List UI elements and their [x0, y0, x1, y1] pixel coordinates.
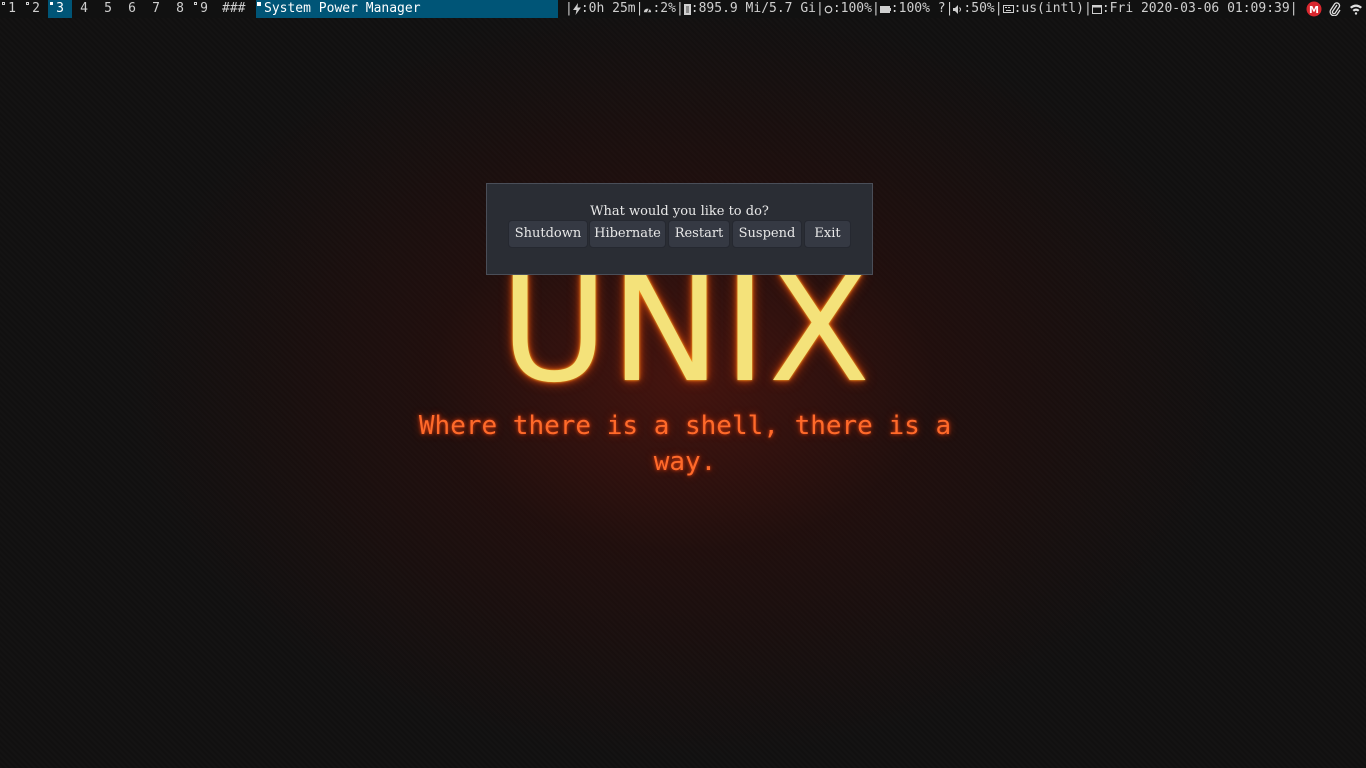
exit-button[interactable]: Exit — [804, 220, 851, 248]
volume-level: 50% — [971, 1, 995, 16]
keyboard-layout: us(intl) — [1021, 1, 1085, 16]
workspace-2[interactable]: 2 — [24, 0, 48, 18]
workspace-1[interactable]: 1 — [0, 0, 24, 18]
shutdown-button[interactable]: Shutdown — [508, 220, 588, 248]
workspace-7[interactable]: 7 — [144, 0, 168, 18]
power-dialog: What would you like to do? Shutdown Hibe… — [486, 183, 873, 275]
svg-text:M: M — [1309, 5, 1319, 16]
hibernate-button[interactable]: Hibernate — [589, 220, 666, 248]
top-bar: 1 2 3 4 5 6 7 8 9 ### System Power Manag… — [0, 0, 1366, 18]
workspace-8[interactable]: 8 — [168, 0, 192, 18]
keyboard-icon — [1002, 5, 1014, 13]
wallpaper-unix-logo: UNIX — [499, 243, 873, 415]
datetime: Fri 2020-03-06 01:09:39 — [1109, 1, 1290, 16]
workspace-6[interactable]: 6 — [120, 0, 144, 18]
mega-icon[interactable]: M — [1305, 0, 1323, 18]
calendar-icon — [1091, 5, 1102, 14]
window-title-text: System Power Manager — [264, 1, 421, 16]
workspace-label: 9 — [200, 1, 208, 16]
memory-icon — [683, 3, 691, 15]
brightness-icon — [824, 5, 833, 13]
suspend-button[interactable]: Suspend — [732, 220, 802, 248]
memory-usage: 895.9 Mi/5.7 Gi — [698, 1, 816, 16]
workspace-label: 1 — [8, 1, 16, 16]
workspace-label: 3 — [56, 1, 64, 16]
battery-time: 0h 25m — [588, 1, 636, 16]
workspace-4[interactable]: 4 — [72, 0, 96, 18]
workspace-label: 2 — [32, 1, 40, 16]
cpu-usage: 2% — [660, 1, 676, 16]
restart-button[interactable]: Restart — [668, 220, 730, 248]
brightness-level: 100% — [840, 1, 872, 16]
workspace-label: 4 — [80, 1, 88, 16]
window-title: System Power Manager — [256, 0, 558, 18]
workspace-3[interactable]: 3 — [48, 0, 72, 18]
status-text: | :0h 25m | :2% | :895.9 Mi/5.7 Gi | :10… — [565, 1, 1298, 16]
occupied-indicator — [50, 2, 53, 5]
workspace-label: 7 — [152, 1, 160, 16]
dialog-button-row: Shutdown Hibernate Restart Suspend Exit — [487, 220, 872, 248]
battery-icon — [879, 5, 891, 13]
floating-indicator — [257, 2, 261, 6]
workspace-9[interactable]: 9 — [192, 0, 216, 18]
paperclip-icon[interactable] — [1326, 0, 1344, 18]
battery-level: 100% ? — [898, 1, 946, 16]
workspace-label: 6 — [128, 1, 136, 16]
occupied-indicator — [26, 2, 29, 5]
gauge-icon — [644, 7, 652, 12]
workspace-label: 8 — [176, 1, 184, 16]
wallpaper-motto: Where there is a shell, there is a way. — [418, 411, 952, 477]
occupied-indicator — [194, 2, 197, 5]
occupied-indicator — [2, 2, 5, 5]
layout-indicator[interactable]: ### — [222, 0, 252, 18]
volume-icon — [953, 4, 962, 14]
workspace-5[interactable]: 5 — [96, 0, 120, 18]
bolt-icon — [572, 3, 581, 15]
workspace-label: 5 — [104, 1, 112, 16]
network-icon[interactable] — [1346, 0, 1366, 18]
dialog-prompt: What would you like to do? — [590, 204, 769, 219]
